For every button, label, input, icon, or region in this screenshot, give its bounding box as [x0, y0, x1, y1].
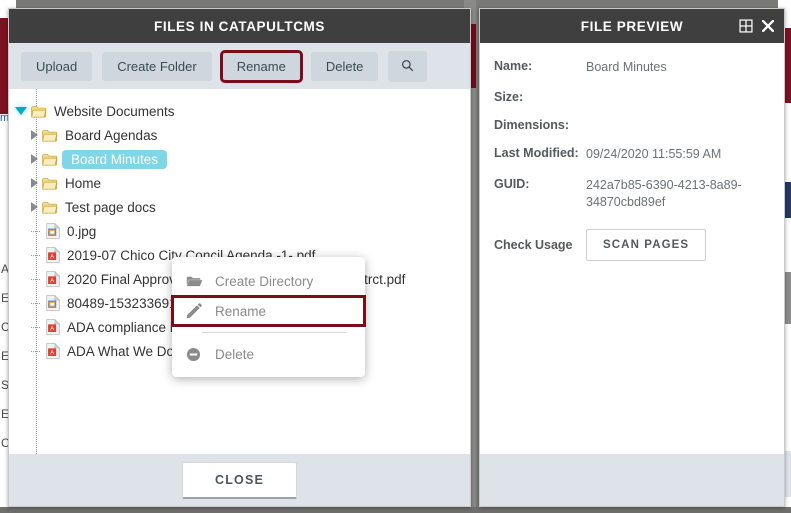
image-file-icon	[46, 222, 61, 239]
file-tree[interactable]: Website Documents Board Agendas Board Minu…	[9, 89, 470, 454]
upload-button[interactable]: Upload	[21, 51, 93, 81]
check-usage-label: Check Usage	[494, 238, 573, 252]
tree-node[interactable]: Board Agendas	[15, 123, 470, 147]
folder-icon	[42, 177, 58, 190]
expand-icon[interactable]	[739, 19, 753, 33]
pdf-file-icon: A	[46, 246, 61, 263]
tree-node-label: Website Documents	[54, 103, 175, 119]
folder-icon	[31, 105, 47, 118]
tree-node[interactable]: Test page docs	[15, 195, 470, 219]
context-menu-label: Rename	[215, 303, 267, 319]
tree-node[interactable]: Website Documents	[15, 99, 470, 123]
image-file-icon	[46, 294, 61, 311]
delete-button[interactable]: Delete	[310, 51, 379, 81]
tree-node-label: Board Agendas	[65, 127, 158, 143]
folder-icon	[42, 129, 58, 142]
context-menu-item-rename[interactable]: Rename	[171, 295, 366, 327]
file-preview-field: Size:	[494, 90, 768, 104]
background-bottom-bar	[0, 507, 791, 513]
minus-circle-icon	[186, 347, 205, 362]
file-preview-field-label: Last Modified:	[494, 146, 579, 160]
files-toolbar: Upload Create Folder Rename Delete	[9, 43, 470, 89]
tree-node-label: Home	[65, 175, 102, 191]
folder-icon	[42, 153, 58, 166]
files-modal-footer: CLOSE	[9, 454, 470, 506]
file-preview-footer	[480, 454, 784, 506]
tree-node-label: Board Minutes	[62, 149, 168, 169]
files-modal: FILES IN CATAPULTCMS Upload Create Folde…	[8, 8, 471, 507]
rename-button[interactable]: Rename	[219, 49, 303, 83]
tree-connector	[31, 302, 40, 304]
file-preview-title-bar: FILE PREVIEW	[480, 9, 784, 43]
tree-node[interactable]: Home	[15, 171, 470, 195]
pencil-icon	[186, 303, 205, 319]
context-menu[interactable]: Create Directory Rename Delete	[171, 257, 366, 377]
file-preview-field-label: GUID:	[494, 177, 530, 191]
context-menu-label: Delete	[215, 346, 255, 362]
folder-open-icon	[186, 275, 205, 288]
file-preview-title: FILE PREVIEW	[580, 18, 684, 34]
context-menu-item-create-directory[interactable]: Create Directory	[172, 266, 365, 296]
file-preview-field: Last Modified: 09/24/2020 11:55:59 AM	[494, 146, 768, 163]
chevron-right-icon[interactable]	[31, 130, 38, 140]
file-preview-field-label: Name:	[494, 59, 533, 73]
pdf-file-icon: A	[46, 342, 61, 359]
svg-text:A: A	[50, 254, 55, 261]
close-button[interactable]: CLOSE	[181, 461, 298, 499]
chevron-right-icon[interactable]	[31, 154, 38, 164]
pdf-file-icon: A	[46, 270, 61, 287]
chevron-right-icon[interactable]	[31, 178, 38, 188]
file-preview-field-value: 242a7b85-6390-4213-8a89-34870cbd89ef	[586, 178, 742, 209]
check-usage-row: Check Usage SCAN PAGES	[494, 229, 768, 261]
tree-connector	[31, 254, 40, 256]
files-modal-title: FILES IN CATAPULTCMS	[154, 18, 325, 34]
file-preview-field-label: Size:	[494, 90, 524, 104]
tree-connector	[31, 230, 40, 232]
svg-text:A: A	[50, 278, 55, 285]
context-menu-label: Create Directory	[215, 273, 314, 289]
tree-connector	[31, 326, 40, 328]
tree-connector	[31, 350, 40, 352]
file-preview-field-value: 09/24/2020 11:55:59 AM	[586, 147, 722, 161]
context-menu-separator	[202, 332, 347, 333]
file-preview-field: Name: Board Minutes	[494, 59, 768, 76]
folder-icon	[42, 201, 58, 214]
close-icon[interactable]	[761, 19, 775, 33]
file-preview-header-actions	[739, 9, 775, 43]
file-preview-field-value: Board Minutes	[586, 60, 667, 74]
search-icon	[401, 59, 414, 75]
tree-node[interactable]: 0.jpg	[15, 219, 470, 243]
tree-connector	[31, 278, 40, 280]
file-preview-field: GUID: 242a7b85-6390-4213-8a89-34870cbd89e…	[494, 177, 768, 211]
tree-node[interactable]: Board Minutes	[15, 147, 470, 171]
search-button[interactable]	[388, 50, 428, 82]
chevron-right-icon[interactable]	[31, 202, 38, 212]
chevron-down-icon[interactable]	[15, 107, 27, 115]
file-preview-modal: FILE PREVIEW Name: Board Minutes Size: Dime…	[479, 8, 785, 507]
file-preview-field: Dimensions:	[494, 118, 768, 132]
tree-node-label: 0.jpg	[67, 223, 97, 239]
context-menu-item-delete[interactable]: Delete	[172, 339, 365, 369]
create-folder-button[interactable]: Create Folder	[102, 51, 212, 81]
scan-pages-button[interactable]: SCAN PAGES	[586, 229, 707, 261]
svg-text:A: A	[50, 350, 55, 357]
file-preview-body: Name: Board Minutes Size: Dimensions: Last M…	[480, 43, 784, 454]
pdf-file-icon: A	[46, 318, 61, 335]
file-preview-field-label: Dimensions:	[494, 118, 570, 132]
files-modal-title-bar: FILES IN CATAPULTCMS	[9, 9, 470, 43]
svg-text:A: A	[50, 326, 55, 333]
tree-node-label: Test page docs	[65, 199, 156, 215]
